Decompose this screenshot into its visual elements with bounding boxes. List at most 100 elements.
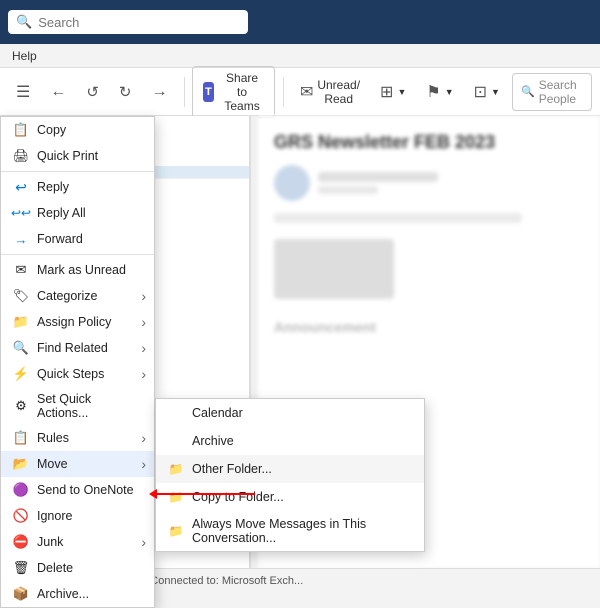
print-icon: 🖨 bbox=[13, 148, 29, 164]
delete-label: Delete bbox=[37, 561, 73, 575]
archive-submenu-label: Archive bbox=[192, 434, 234, 448]
onenote-icon: 🟣 bbox=[13, 482, 29, 498]
reply-label: Reply bbox=[37, 180, 69, 194]
announcement-label: Announcement bbox=[274, 319, 376, 335]
submenu-always-move[interactable]: 📁 Always Move Messages in This Conversat… bbox=[156, 511, 424, 551]
menu-item-reply-all[interactable]: ↩↩ Reply All bbox=[1, 200, 154, 226]
preview-sender bbox=[274, 165, 584, 201]
always-move-icon: 📁 bbox=[168, 523, 184, 539]
top-bar: 🔍 bbox=[0, 0, 600, 44]
redo-button[interactable]: ↻ bbox=[111, 79, 140, 105]
junk-icon: ⛔ bbox=[13, 534, 29, 550]
arrow-indicator bbox=[155, 493, 255, 495]
back-button[interactable]: ← bbox=[42, 79, 74, 105]
quick-print-label: Quick Print bbox=[37, 149, 98, 163]
menu-item-categorize[interactable]: 🏷 Categorize bbox=[1, 283, 154, 309]
mark-unread-icon: ✉ bbox=[13, 262, 29, 278]
submenu-copy-to-folder[interactable]: 📁 Copy to Folder... bbox=[156, 483, 424, 511]
apps-button[interactable]: ⊞ ▼ bbox=[372, 78, 414, 106]
menu-item-forward[interactable]: → Forward bbox=[1, 226, 154, 252]
help-bar: Help bbox=[0, 44, 600, 68]
always-move-label: Always Move Messages in This Conversatio… bbox=[192, 517, 412, 545]
menu-item-quick-steps[interactable]: ⚡ Quick Steps bbox=[1, 361, 154, 387]
back-icon: ← bbox=[50, 83, 66, 101]
forward-button[interactable]: → bbox=[144, 79, 176, 105]
search-input[interactable] bbox=[38, 15, 240, 30]
archive-label: Archive... bbox=[37, 587, 89, 601]
redo-icon: ↻ bbox=[119, 83, 132, 101]
separator-1 bbox=[1, 171, 154, 172]
sender-name bbox=[318, 172, 438, 182]
quick-steps-label: Quick Steps bbox=[37, 367, 104, 381]
menu-item-delete[interactable]: 🗑 Delete bbox=[1, 555, 154, 581]
forward-label: Forward bbox=[37, 232, 83, 246]
sender-to bbox=[318, 186, 378, 194]
menu-item-mark-unread[interactable]: ✉ Mark as Unread bbox=[1, 257, 154, 283]
chevron-apps-icon: ▼ bbox=[397, 87, 406, 97]
share-teams-label: Share to Teams bbox=[220, 71, 265, 113]
menu-item-quick-print[interactable]: 🖨 Quick Print bbox=[1, 143, 154, 169]
share-teams-button[interactable]: T Share to Teams bbox=[192, 66, 275, 118]
menu-item-send-onenote[interactable]: 🟣 Send to OneNote bbox=[1, 477, 154, 503]
undo-button[interactable]: ↺ bbox=[78, 79, 107, 105]
calendar-label: Calendar bbox=[192, 406, 243, 420]
reply-all-icon: ↩↩ bbox=[13, 205, 29, 221]
set-quick-actions-icon: ⚙ bbox=[13, 398, 29, 414]
submenu-calendar[interactable]: Calendar bbox=[156, 399, 424, 427]
view-icon: ⊡ bbox=[474, 82, 487, 102]
menu-item-move[interactable]: 📂 Move bbox=[1, 451, 154, 477]
unread-read-button[interactable]: ✉ Unread/ Read bbox=[292, 74, 368, 110]
delete-icon: 🗑 bbox=[13, 560, 29, 576]
forward-icon: → bbox=[152, 83, 168, 101]
menu-item-reply[interactable]: ↩ Reply bbox=[1, 174, 154, 200]
ignore-label: Ignore bbox=[37, 509, 72, 523]
assign-policy-label: Assign Policy bbox=[37, 315, 111, 329]
unread-read-label: Unread/ Read bbox=[317, 78, 360, 106]
menu-item-assign-policy[interactable]: 📁 Assign Policy bbox=[1, 309, 154, 335]
flag-button[interactable]: ⚑ ▼ bbox=[418, 78, 461, 106]
submenu-archive[interactable]: Archive bbox=[156, 427, 424, 455]
copy-label: Copy bbox=[37, 123, 66, 137]
mark-unread-label: Mark as Unread bbox=[37, 263, 126, 277]
envelope-icon: ✉ bbox=[300, 82, 313, 102]
assign-policy-icon: 📁 bbox=[13, 314, 29, 330]
undo-icon: ↺ bbox=[86, 83, 99, 101]
menu-item-set-quick-actions[interactable]: ⚙ Set Quick Actions... bbox=[1, 387, 154, 425]
reply-all-label: Reply All bbox=[37, 206, 86, 220]
rules-label: Rules bbox=[37, 431, 69, 445]
preview-title: GRS Newsletter FEB 2023 bbox=[274, 132, 584, 153]
other-folder-icon: 📁 bbox=[168, 461, 184, 477]
set-quick-actions-label: Set Quick Actions... bbox=[37, 392, 142, 420]
submenu-other-folder[interactable]: 📁 Other Folder... bbox=[156, 455, 424, 483]
more-options-button[interactable]: ☰ bbox=[8, 78, 38, 106]
chevron-flag-icon: ▼ bbox=[445, 87, 454, 97]
flag-icon: ⚑ bbox=[426, 82, 440, 102]
preview-logo bbox=[274, 239, 394, 299]
toolbar: ☰ ← ↺ ↻ → T Share to Teams ✉ Unread/ Rea… bbox=[0, 68, 600, 116]
categorize-label: Categorize bbox=[37, 289, 97, 303]
move-label: Move bbox=[37, 457, 68, 471]
reply-icon: ↩ bbox=[13, 179, 29, 195]
menu-item-copy[interactable]: 📋 Copy bbox=[1, 117, 154, 143]
ignore-icon: 🚫 bbox=[13, 508, 29, 524]
menu-item-archive[interactable]: 📦 Archive... bbox=[1, 581, 154, 607]
menu-item-find-related[interactable]: 🔍 Find Related bbox=[1, 335, 154, 361]
calendar-icon bbox=[168, 405, 184, 421]
menu-icon: ☰ bbox=[16, 82, 30, 102]
avatar bbox=[274, 165, 310, 201]
search-people-box[interactable]: 🔍 Search People bbox=[512, 73, 592, 111]
other-folder-label: Other Folder... bbox=[192, 462, 272, 476]
rules-icon: 📋 bbox=[13, 430, 29, 446]
view-options-button[interactable]: ⊡ ▼ bbox=[466, 78, 508, 106]
forward-icon: → bbox=[13, 231, 29, 247]
archive-icon: 📦 bbox=[13, 586, 29, 602]
archive-submenu-icon bbox=[168, 433, 184, 449]
menu-item-rules[interactable]: 📋 Rules bbox=[1, 425, 154, 451]
menu-item-ignore[interactable]: 🚫 Ignore bbox=[1, 503, 154, 529]
quick-steps-icon: ⚡ bbox=[13, 366, 29, 382]
search-box[interactable]: 🔍 bbox=[8, 10, 248, 34]
menu-item-junk[interactable]: ⛔ Junk bbox=[1, 529, 154, 555]
move-submenu: Calendar Archive 📁 Other Folder... 📁 Cop… bbox=[155, 398, 425, 552]
help-label: Help bbox=[12, 49, 37, 63]
categorize-icon: 🏷 bbox=[13, 288, 29, 304]
